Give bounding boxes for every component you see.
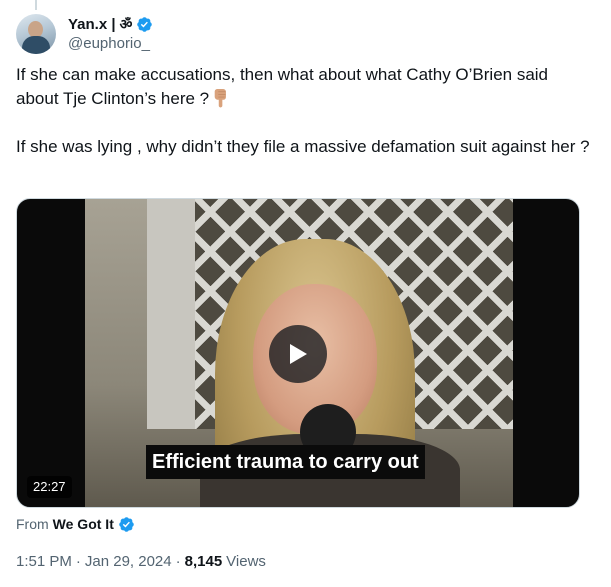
display-name-row[interactable]: Yan.x | ॐ [68, 14, 153, 34]
avatar[interactable] [16, 14, 56, 54]
pillar [147, 199, 195, 429]
tweet-paragraph-1: If she can make accusations, then what a… [16, 63, 594, 111]
author-names: Yan.x | ॐ @euphorio_ [68, 14, 153, 54]
verified-badge-icon [137, 16, 153, 32]
tweet-metadata: 1:51 PM · Jan 29, 2024 · 8,145 Views [16, 551, 266, 571]
play-icon [290, 344, 307, 364]
backhand-index-pointing-down-icon [214, 89, 227, 108]
views-count[interactable]: 8,145 [185, 553, 223, 570]
tweet-paragraph-2: If she was lying , why didn’t they file … [16, 137, 590, 156]
views-label: Views [226, 552, 266, 570]
video-player[interactable]: Efficient trauma to carry out 22:27 [16, 198, 580, 508]
tweet-time[interactable]: 1:51 PM [16, 553, 72, 570]
video-caption: Efficient trauma to carry out [146, 445, 425, 479]
tweet-header: Yan.x | ॐ @euphorio_ [16, 12, 153, 56]
tweet-text: If she can make accusations, then what a… [16, 63, 594, 159]
tweet-text-line-1: If she can make accusations, then what a… [16, 65, 549, 108]
source-name[interactable]: We Got It [53, 516, 114, 532]
avatar-body [22, 36, 50, 54]
verified-badge-icon [119, 516, 134, 532]
tweet-date[interactable]: Jan 29, 2024 [85, 553, 172, 570]
play-button[interactable] [269, 325, 327, 383]
source-prefix: From [16, 516, 49, 532]
om-symbol: ॐ [119, 16, 133, 33]
meta-separator: · [175, 552, 181, 570]
display-name[interactable]: Yan.x | [68, 16, 116, 33]
video-duration: 22:27 [27, 476, 72, 498]
meta-separator: · [75, 552, 81, 570]
source-attribution: From We Got It [16, 514, 135, 534]
thread-connector-line [35, 0, 37, 10]
user-handle[interactable]: @euphorio_ [68, 34, 153, 54]
